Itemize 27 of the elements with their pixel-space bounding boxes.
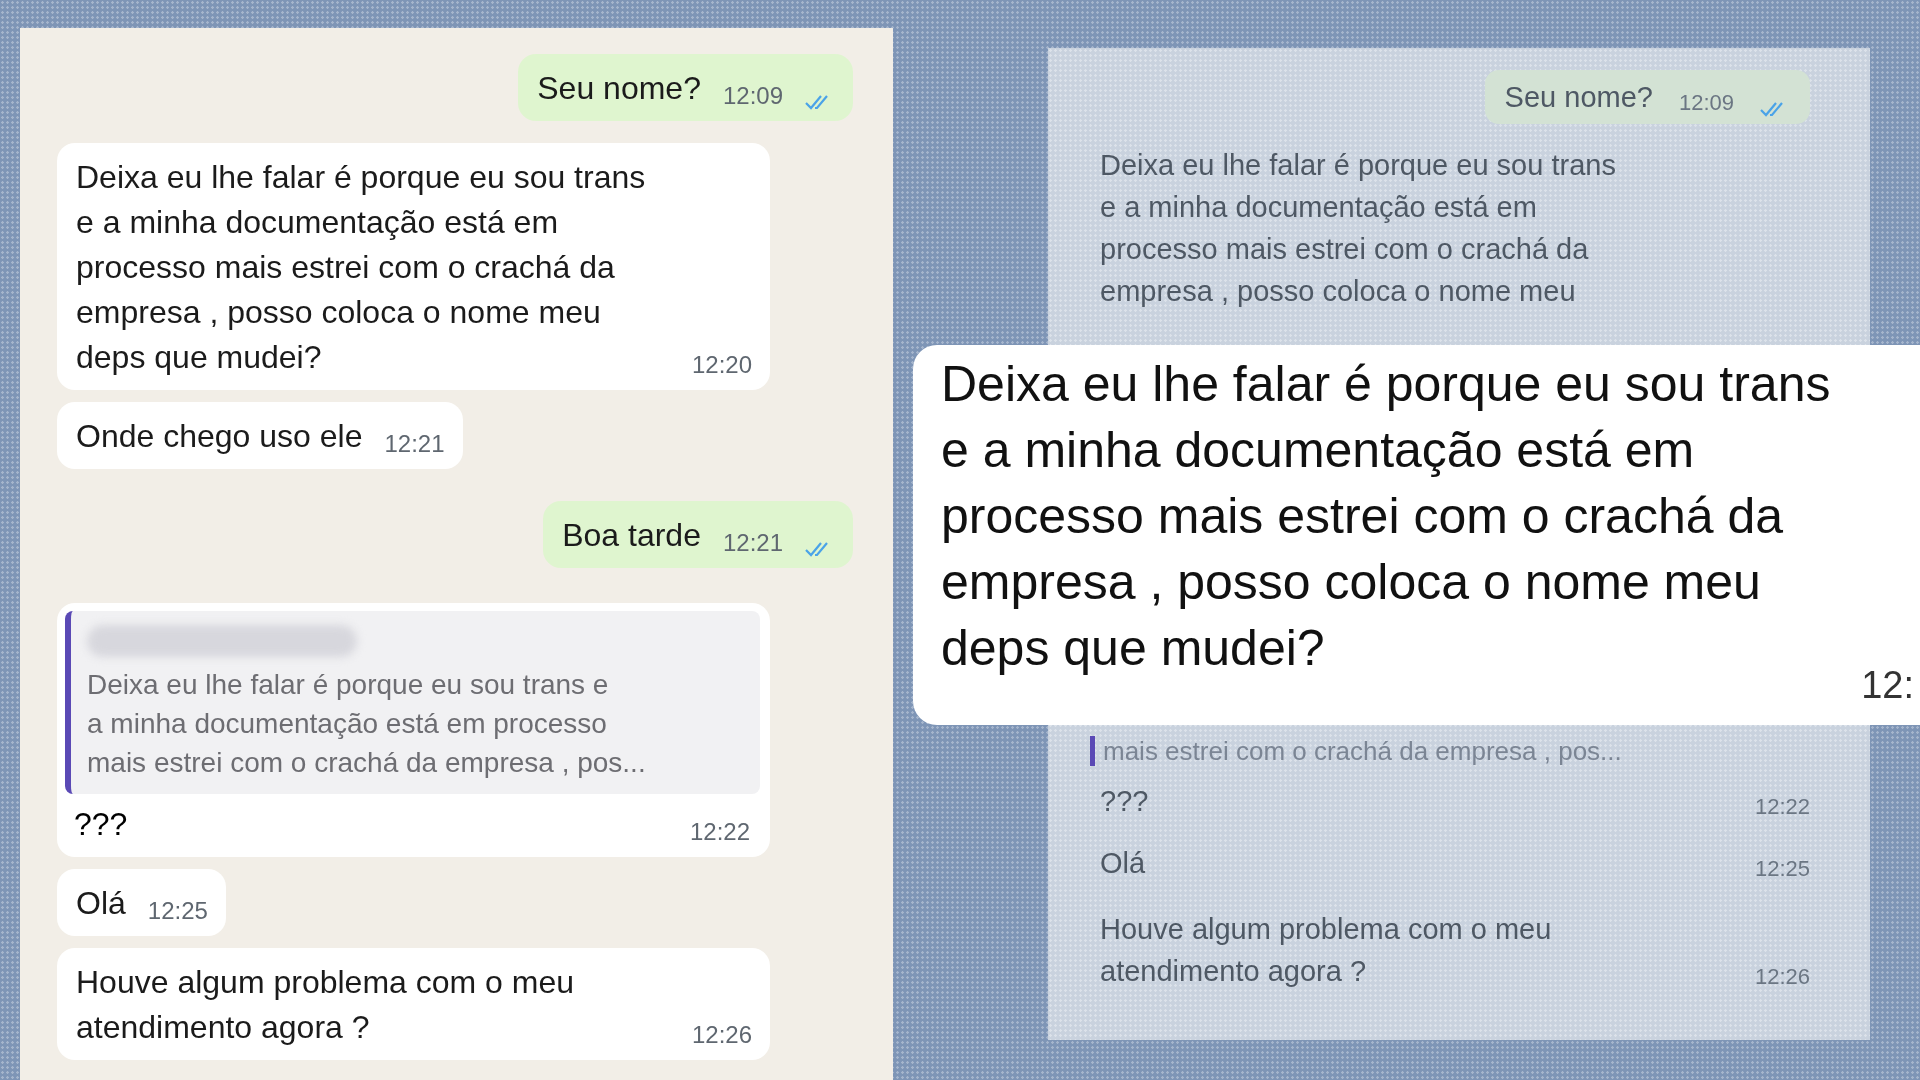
- message-time: 12:22: [689, 817, 750, 847]
- message-text: Houve algum problema com o meu atendimento agora ?: [76, 963, 574, 1047]
- message-text: Onde chego uso ele: [76, 417, 363, 456]
- message-time: 12:25: [147, 896, 208, 926]
- message-time: 12:25: [1754, 855, 1810, 883]
- message-time: 12:26: [691, 1020, 752, 1050]
- message-text: Deixa eu lhe falar é porque eu sou trans e a minha documentação está em processo mais estrei com o crachá da empresa , posso coloca o nome meu deps que mudei?: [76, 158, 646, 377]
- message-time: 12:21: [384, 429, 445, 459]
- message-time: 12:21: [722, 528, 783, 558]
- message-time: 12:09: [1678, 89, 1734, 117]
- message-text: Deixa eu lhe falar é porque eu sou trans e a minha documentação está em processo mais estrei com o crachá da empresa , posso coloca o nome meu deps que mudei?: [941, 355, 1831, 678]
- message-text: ???: [74, 805, 128, 844]
- message-time: 12:09: [722, 81, 783, 111]
- message-text: Seu nome?: [1504, 80, 1653, 115]
- message-time: 12:26: [1754, 963, 1810, 991]
- message-text: Boa tarde: [562, 516, 701, 555]
- quote-text: Deixa eu lhe falar é porque eu sou trans e a minha documentação está em processo mais estrei com o crachá da empresa , pos...: [87, 668, 647, 780]
- message-text: Houve algum problema com o meu atendimento agora ?: [1100, 912, 1552, 989]
- message-text: Deixa eu lhe falar é porque eu sou trans e a minha documentação está em processo mais estrei com o crachá da empresa , posso coloca o nome meu: [1100, 148, 1616, 309]
- message-time: 12:22: [1754, 793, 1810, 821]
- message-time: 12:: [1861, 663, 1914, 708]
- message-time: 12:20: [691, 350, 752, 380]
- message-text: Seu nome?: [537, 69, 701, 108]
- quote-text: mais estrei com o crachá da empresa , pos...: [1090, 736, 1810, 766]
- message-text: Olá: [76, 884, 126, 923]
- message-text: Olá: [1100, 846, 1146, 881]
- message-text: ???: [1100, 784, 1149, 819]
